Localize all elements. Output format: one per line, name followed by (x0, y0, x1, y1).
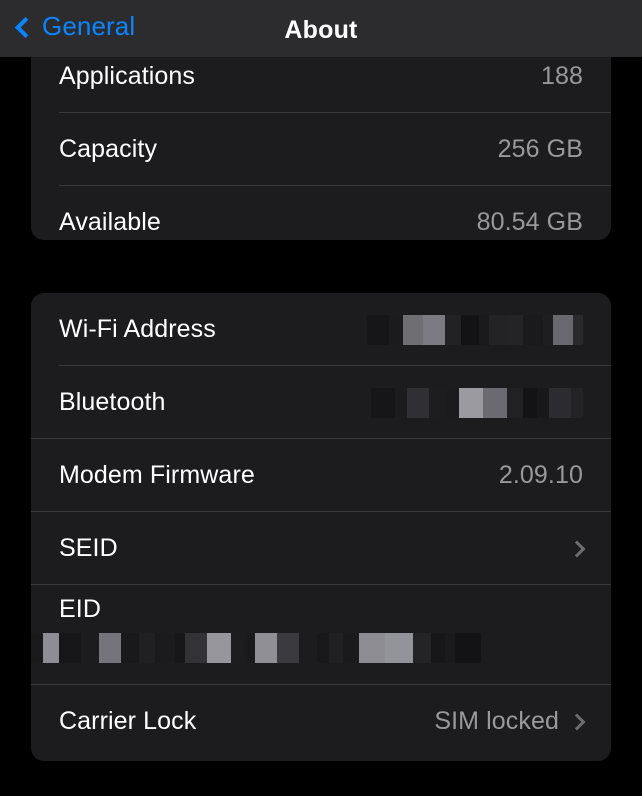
redaction-block (523, 387, 537, 418)
row-available-label: Available (59, 208, 161, 236)
redaction-block (343, 633, 359, 663)
redaction-block (185, 633, 207, 663)
row-wifi-address-label: Wi-Fi Address (59, 315, 216, 343)
redaction-block (483, 387, 507, 418)
row-capacity[interactable]: Capacity 256 GB (31, 113, 611, 186)
redaction-block (99, 633, 121, 663)
redaction-block (255, 633, 277, 663)
about-scroll-view[interactable]: Applications 188 Capacity 256 GB Availab… (0, 0, 642, 796)
redaction-block (455, 633, 481, 663)
redaction-block (537, 387, 549, 418)
row-available-value: 80.54 GB (476, 208, 583, 236)
row-carrier-lock-label: Carrier Lock (59, 707, 197, 735)
row-capacity-value: 256 GB (497, 135, 583, 163)
row-capacity-label: Capacity (59, 135, 158, 163)
row-applications-label: Applications (59, 62, 196, 90)
redaction-block (413, 633, 431, 663)
row-seid-label: SEID (59, 534, 118, 562)
redaction-block (553, 314, 573, 345)
redaction-block (389, 314, 403, 345)
redaction-block (523, 314, 543, 345)
row-eid-redacted-value (31, 633, 497, 663)
redaction-block (245, 633, 255, 663)
row-modem-firmware[interactable]: Modem Firmware 2.09.10 (31, 439, 611, 512)
chevron-right-icon (568, 713, 586, 730)
redaction-block (507, 387, 523, 418)
redaction-block (445, 633, 455, 663)
redaction-block (329, 633, 343, 663)
device-identifiers-section: Wi-Fi Address Bluetooth Modem Firmware 2… (31, 293, 611, 761)
redaction-block (479, 314, 489, 345)
redaction-block (407, 387, 429, 418)
navigation-bar: General About (0, 0, 642, 57)
redaction-block (429, 387, 447, 418)
row-wifi-address-redacted-value (367, 314, 583, 345)
redaction-block (277, 633, 299, 663)
row-modem-firmware-label: Modem Firmware (59, 461, 255, 489)
redaction-block (447, 387, 459, 418)
row-seid-accessory (568, 540, 586, 557)
redaction-block (121, 633, 139, 663)
redaction-block (371, 387, 395, 418)
redaction-block (299, 633, 317, 663)
redaction-block (59, 633, 81, 663)
redaction-block (549, 387, 571, 418)
redaction-block (155, 633, 175, 663)
redaction-block (367, 314, 389, 345)
row-eid[interactable]: EID (31, 585, 611, 685)
redaction-block (231, 633, 245, 663)
redaction-block (403, 314, 423, 345)
row-carrier-lock-value: SIM locked (434, 707, 559, 735)
redaction-block (395, 387, 407, 418)
redaction-block (81, 633, 99, 663)
redaction-block (359, 633, 385, 663)
row-bluetooth[interactable]: Bluetooth (31, 366, 611, 439)
redaction-block (571, 387, 583, 418)
redaction-block (31, 633, 43, 663)
row-modem-firmware-value: 2.09.10 (498, 461, 583, 489)
redaction-block (489, 314, 509, 345)
row-carrier-lock-accessory: SIM locked (434, 707, 586, 736)
chevron-right-icon (568, 540, 586, 557)
row-applications-value: 188 (540, 62, 583, 90)
storage-section: Applications 188 Capacity 256 GB Availab… (31, 40, 611, 240)
redaction-block (423, 314, 445, 345)
row-carrier-lock[interactable]: Carrier Lock SIM locked (31, 685, 611, 758)
redaction-block (481, 633, 497, 663)
redaction-block (139, 633, 155, 663)
row-available[interactable]: Available 80.54 GB (31, 186, 611, 240)
redaction-block (445, 314, 461, 345)
redaction-block (43, 633, 59, 663)
settings-about-screen: Applications 188 Capacity 256 GB Availab… (0, 0, 642, 796)
redaction-block (543, 314, 553, 345)
row-eid-label: EID (59, 595, 101, 623)
redaction-block (385, 633, 413, 663)
redaction-block (317, 633, 329, 663)
redaction-block (207, 633, 231, 663)
redaction-block (459, 387, 483, 418)
redaction-block (573, 314, 583, 345)
row-bluetooth-label: Bluetooth (59, 388, 166, 416)
redaction-block (431, 633, 445, 663)
row-wifi-address[interactable]: Wi-Fi Address (31, 293, 611, 366)
redaction-block (175, 633, 185, 663)
redaction-block (461, 314, 479, 345)
redaction-block (509, 314, 523, 345)
row-bluetooth-redacted-value (371, 387, 583, 418)
row-seid[interactable]: SEID (31, 512, 611, 585)
page-title: About (284, 16, 358, 44)
